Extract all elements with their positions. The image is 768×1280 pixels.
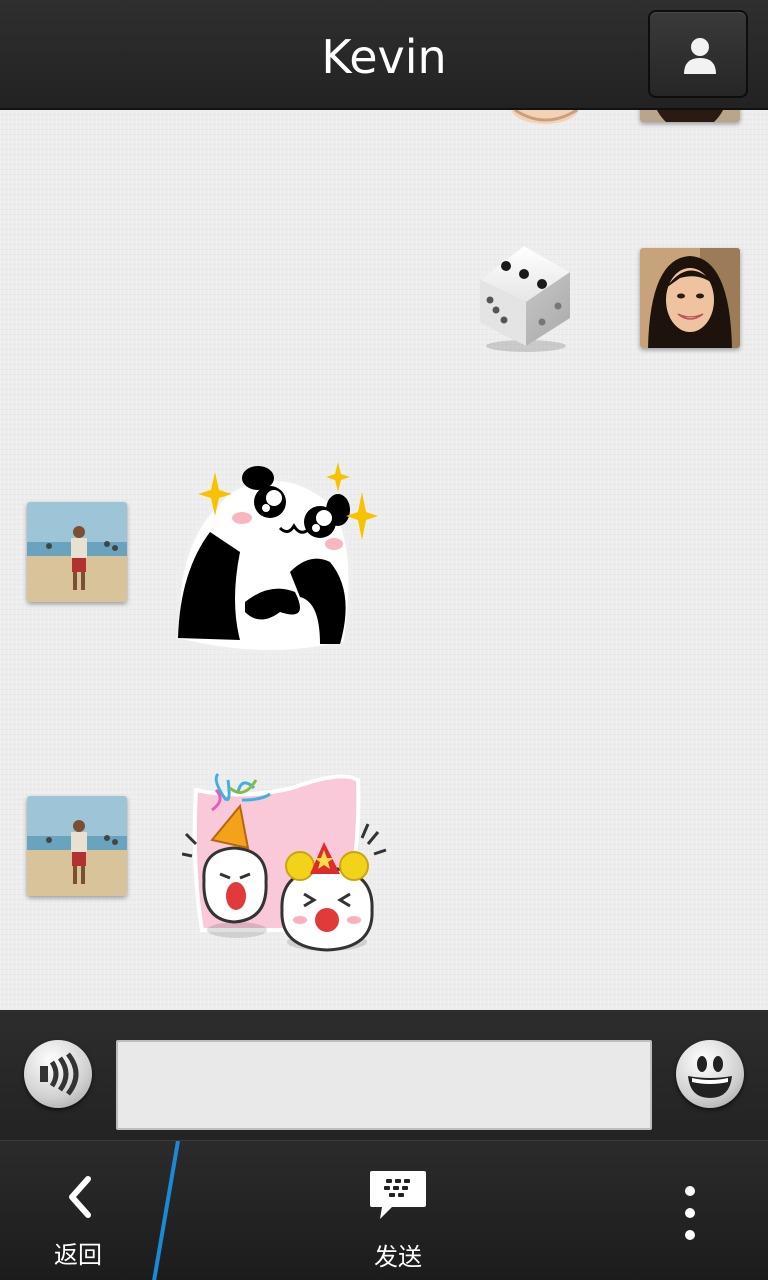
action-bar-divider [152, 1141, 180, 1280]
dice-sticker [480, 246, 570, 352]
send-button[interactable]: 发送 [300, 1141, 496, 1280]
hand-sticker [511, 110, 579, 124]
smiley-icon [688, 1056, 732, 1098]
chevron-left-icon [69, 1176, 91, 1218]
message-compose-bar [0, 1010, 768, 1140]
chat-message-area[interactable] [0, 110, 768, 1010]
chat-header: Kevin [0, 0, 768, 110]
my-avatar[interactable] [640, 248, 740, 348]
message-input[interactable] [116, 1040, 652, 1130]
person-icon [684, 38, 716, 74]
panda-sticker [177, 462, 378, 654]
voice-icon [40, 1052, 79, 1096]
send-label: 发送 [374, 1243, 422, 1271]
bottom-action-bar: 返回 发送 [0, 1140, 768, 1280]
kevin-avatar[interactable] [27, 796, 127, 896]
bbm-icon [370, 1171, 426, 1219]
emoji-button[interactable] [676, 1040, 744, 1108]
contact-profile-button[interactable] [648, 10, 748, 98]
back-label: 返回 [54, 1241, 102, 1269]
kevin-avatar[interactable] [27, 502, 127, 602]
more-vertical-icon[interactable] [660, 1171, 720, 1261]
party-sticker [182, 772, 387, 952]
voice-message-button[interactable] [24, 1040, 92, 1108]
my-avatar[interactable] [640, 110, 740, 122]
back-button[interactable]: 返回 [0, 1141, 165, 1280]
